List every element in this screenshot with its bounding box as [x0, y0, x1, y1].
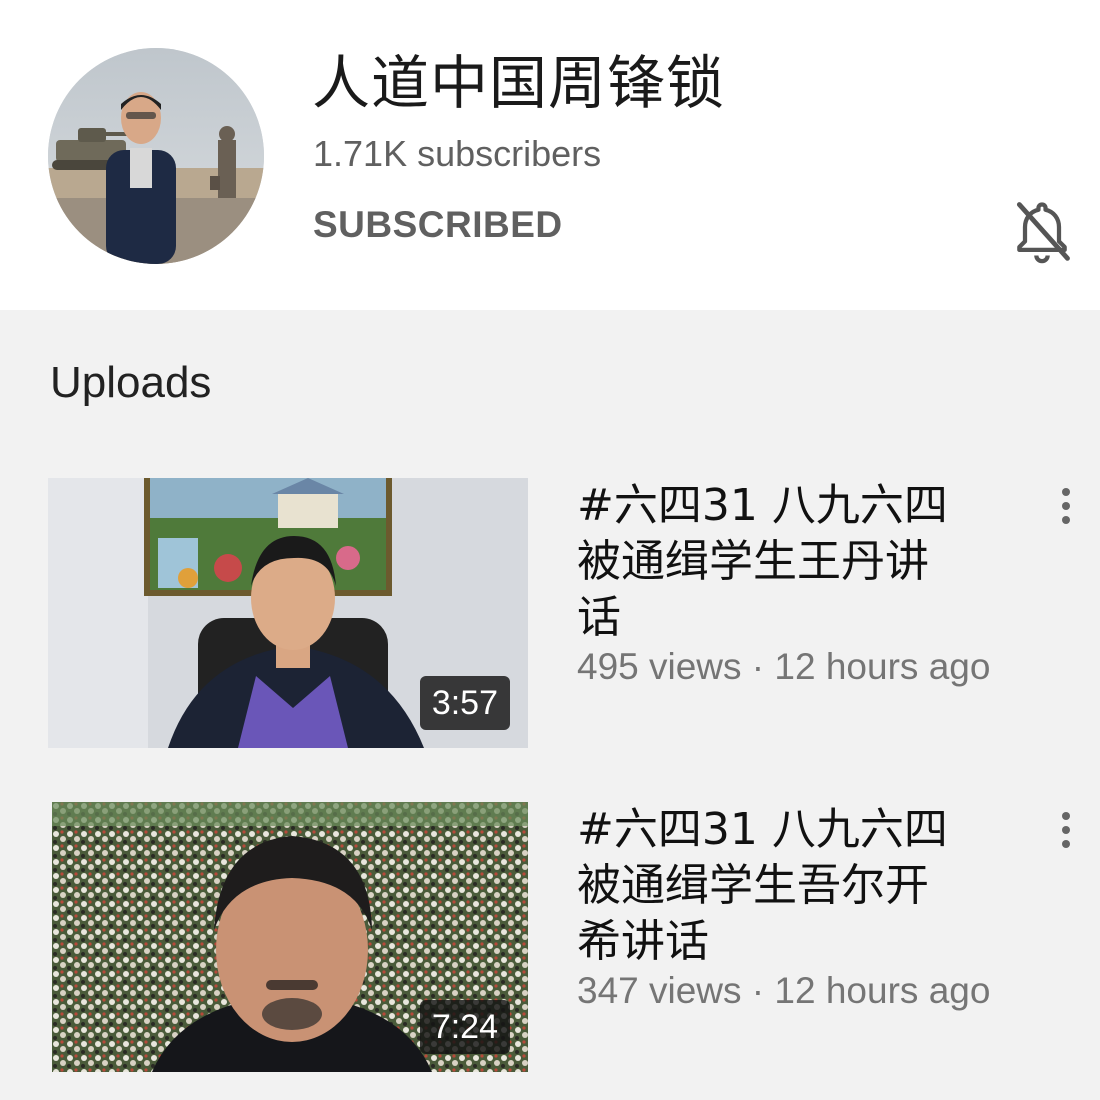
video-item[interactable]: 7:24 #六四31 八九六四 被通缉学生吾尔开 希讲话 347 views ·…: [0, 802, 1100, 1074]
upload-age: 12 hours ago: [774, 970, 991, 1011]
more-vert-icon: [1062, 812, 1070, 848]
video-title[interactable]: #六四31 八九六四 被通缉学生吾尔开 希讲话: [577, 802, 977, 970]
uploads-heading: Uploads: [50, 358, 212, 407]
channel-avatar[interactable]: [48, 48, 264, 264]
view-count: 347 views: [577, 970, 742, 1011]
notifications-button[interactable]: [1008, 196, 1076, 264]
subscribed-button[interactable]: SUBSCRIBED: [313, 202, 563, 248]
channel-header: 人道中国周锋锁 1.71K subscribers SUBSCRIBED: [0, 0, 1100, 310]
video-meta: 347 views · 12 hours ago: [577, 970, 991, 1011]
channel-name: 人道中国周锋锁: [312, 49, 726, 117]
video-meta: 495 views · 12 hours ago: [577, 646, 991, 687]
video-item[interactable]: 3:57 #六四31 八九六四 被通缉学生王丹讲 话 495 views · 1…: [0, 478, 1100, 750]
more-options-button[interactable]: [1046, 806, 1086, 854]
view-count: 495 views: [577, 646, 742, 687]
more-vert-icon: [1062, 488, 1070, 524]
video-thumbnail[interactable]: 3:57: [48, 478, 528, 748]
more-options-button[interactable]: [1046, 482, 1086, 530]
video-thumbnail[interactable]: 7:24: [52, 802, 528, 1072]
subscriber-count: 1.71K subscribers: [313, 133, 602, 174]
avatar-image: [48, 48, 264, 264]
video-title[interactable]: #六四31 八九六四 被通缉学生王丹讲 话: [577, 478, 977, 646]
video-duration: 7:24: [419, 1000, 510, 1054]
video-duration: 3:57: [419, 676, 510, 730]
bell-off-icon: [1016, 202, 1070, 264]
channel-page: 人道中国周锋锁 1.71K subscribers SUBSCRIBED Upl…: [0, 0, 1100, 1100]
upload-age: 12 hours ago: [774, 646, 991, 687]
